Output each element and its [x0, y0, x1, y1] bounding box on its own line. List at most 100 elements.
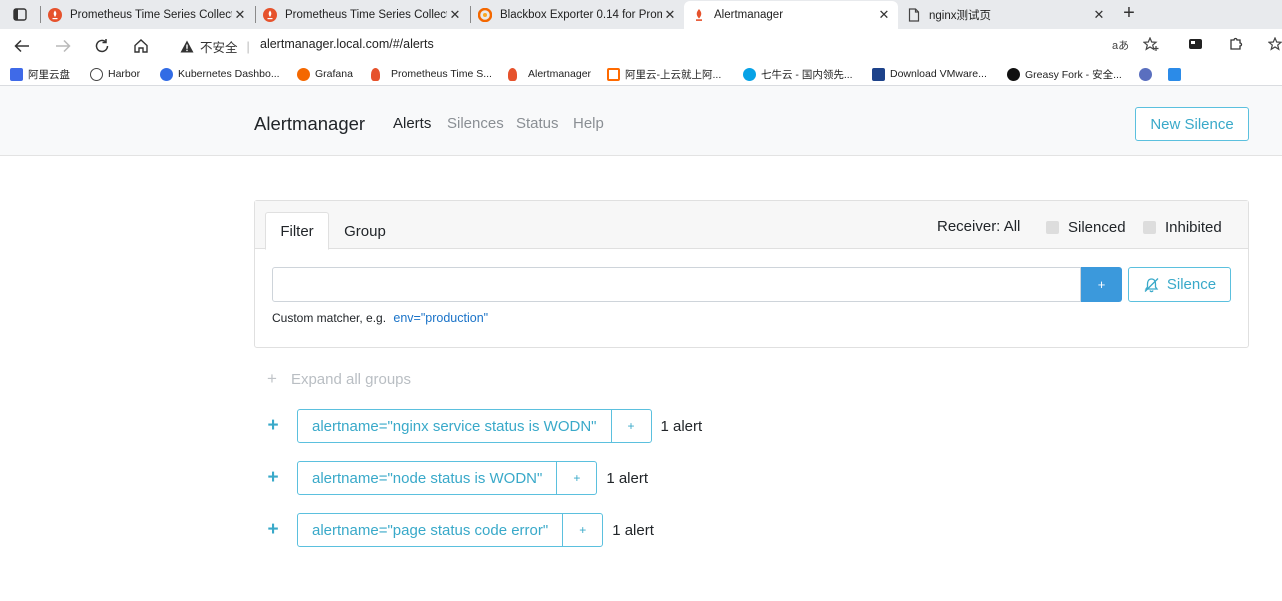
- add-filter-button[interactable]: +: [557, 462, 596, 494]
- add-filter-button[interactable]: +: [612, 410, 651, 442]
- add-matcher-button[interactable]: +: [1081, 267, 1122, 302]
- close-icon[interactable]: ✕: [876, 7, 892, 23]
- expand-group-button[interactable]: +: [266, 467, 280, 489]
- favorites-icon[interactable]: [1267, 36, 1282, 55]
- browser-tab-2[interactable]: Prometheus Time Series Collectio ✕: [255, 2, 469, 27]
- tab-group[interactable]: Group: [335, 212, 395, 250]
- browser-tab-3[interactable]: Blackbox Exporter 0.14 for Prome ✕: [470, 2, 684, 27]
- prometheus-icon: [263, 7, 277, 22]
- grid-icon: [1168, 67, 1181, 81]
- alert-count: 1 alert: [606, 469, 649, 487]
- bookmark-alertmanager[interactable]: Alertmanager: [508, 66, 591, 82]
- group-label[interactable]: alertname="node status is WODN": [298, 462, 558, 494]
- checkbox-box: [1046, 221, 1059, 234]
- alert-group: + alertname="nginx service status is WOD…: [266, 409, 702, 443]
- receiver-selector[interactable]: Receiver: All: [937, 218, 1020, 235]
- bookmark-icon: [1139, 67, 1152, 81]
- bookmark-grafana[interactable]: Grafana: [297, 66, 353, 82]
- group-label-pill: alertname="nginx service status is WODN"…: [297, 409, 652, 443]
- prometheus-icon: [692, 8, 706, 22]
- collections-icon[interactable]: [1188, 37, 1203, 54]
- alert-group: + alertname="node status is WODN" + 1 al…: [266, 461, 648, 495]
- harbor-icon: [90, 67, 103, 81]
- qiniu-icon: [743, 67, 756, 81]
- bookmark-greasyfork[interactable]: Greasy Fork - 安全...: [1007, 66, 1122, 82]
- url-input[interactable]: alertmanager.local.com/#/alerts: [260, 37, 434, 51]
- browser-tab-5[interactable]: nginx测试页 ✕: [899, 2, 1113, 27]
- nav-alerts[interactable]: Alerts: [393, 115, 431, 132]
- bookmark-aliyun-drive[interactable]: 阿里云盘: [10, 66, 70, 82]
- brand-logo[interactable]: Alertmanager: [254, 113, 365, 135]
- filter-input[interactable]: [272, 267, 1081, 302]
- page-icon: [907, 7, 921, 22]
- tab-title: Prometheus Time Series Collectio: [285, 8, 447, 21]
- add-filter-button[interactable]: +: [563, 514, 602, 546]
- bookmark-vmware[interactable]: Download VMware...: [872, 66, 987, 82]
- back-button[interactable]: [11, 35, 33, 57]
- aliyun-icon: [607, 67, 620, 81]
- favorite-star-icon[interactable]: [1142, 36, 1160, 55]
- group-label[interactable]: alertname="nginx service status is WODN": [298, 410, 612, 442]
- expand-all-groups[interactable]: + Expand all groups: [267, 369, 411, 389]
- expand-group-button[interactable]: +: [266, 415, 280, 437]
- new-tab-button[interactable]: +: [1118, 3, 1140, 25]
- plus-icon: +: [267, 369, 277, 388]
- filter-card: Filter Group Receiver: All Silenced Inhi…: [254, 200, 1249, 348]
- warning-icon: [180, 40, 194, 53]
- checkbox-box: [1143, 221, 1156, 234]
- nav-help[interactable]: Help: [573, 115, 604, 132]
- nav-silences[interactable]: Silences: [447, 115, 504, 132]
- new-silence-button[interactable]: New Silence: [1135, 107, 1249, 141]
- aliyun-drive-icon: [10, 67, 23, 81]
- close-icon[interactable]: ✕: [447, 7, 463, 23]
- tab-title: Alertmanager: [714, 9, 784, 21]
- alert-group: + alertname="page status code error" + 1…: [266, 513, 654, 547]
- bookmark-prometheus[interactable]: Prometheus Time S...: [371, 66, 492, 82]
- kubernetes-icon: [160, 67, 173, 81]
- read-aloud-icon[interactable]: aあ: [1112, 37, 1129, 53]
- vmware-icon: [872, 67, 885, 81]
- forward-button[interactable]: [52, 35, 74, 57]
- tab-title: nginx测试页: [929, 9, 991, 22]
- tab-filter[interactable]: Filter: [265, 212, 329, 250]
- app-navbar: Alertmanager Alerts Silences Status Help…: [0, 86, 1282, 156]
- tab-actions-icon: [13, 8, 27, 21]
- bookmark-extra-1[interactable]: [1139, 66, 1157, 82]
- bookmark-aliyun[interactable]: 阿里云-上云就上阿...: [607, 66, 721, 82]
- silenced-checkbox[interactable]: Silenced: [1046, 219, 1126, 236]
- group-label-pill: alertname="page status code error" +: [297, 513, 604, 547]
- greasyfork-icon: [1007, 67, 1020, 81]
- bookmark-harbor[interactable]: Harbor: [90, 66, 140, 82]
- bookmark-qiniu[interactable]: 七牛云 - 国内领先...: [743, 66, 853, 82]
- matcher-hint-text: Custom matcher, e.g.: [272, 311, 387, 325]
- inhibited-checkbox[interactable]: Inhibited: [1143, 219, 1222, 236]
- close-icon[interactable]: ✕: [232, 7, 248, 23]
- tab-title: Prometheus Time Series Collectio: [70, 8, 232, 21]
- browser-tab-alertmanager[interactable]: Alertmanager ✕: [684, 1, 898, 29]
- matcher-hint: Custom matcher, e.g. env="production": [272, 311, 488, 325]
- tab-actions-button[interactable]: [0, 0, 40, 29]
- security-label: 不安全: [200, 41, 238, 55]
- bookmark-extra-2[interactable]: [1168, 66, 1186, 82]
- reload-button[interactable]: [91, 35, 113, 57]
- site-security-indicator[interactable]: 不安全 |: [180, 37, 250, 56]
- close-icon[interactable]: ✕: [662, 7, 678, 23]
- arrow-right-icon: [56, 39, 71, 53]
- bell-slash-icon: [1144, 277, 1159, 292]
- home-button[interactable]: [130, 35, 152, 57]
- extensions-icon[interactable]: [1228, 37, 1243, 55]
- group-label[interactable]: alertname="page status code error": [298, 514, 564, 546]
- bookmark-kubernetes[interactable]: Kubernetes Dashbo...: [160, 66, 280, 82]
- close-icon[interactable]: ✕: [1091, 7, 1107, 23]
- browser-tab-1[interactable]: Prometheus Time Series Collectio ✕: [40, 2, 254, 27]
- expand-group-button[interactable]: +: [266, 519, 280, 541]
- alert-count: 1 alert: [660, 417, 703, 435]
- silence-button[interactable]: Silence: [1128, 267, 1231, 302]
- bookmarks-bar: 阿里云盘 Harbor Kubernetes Dashbo... Grafana…: [0, 62, 1282, 86]
- matcher-example-link[interactable]: env="production": [393, 311, 488, 325]
- reload-icon: [95, 39, 109, 53]
- nav-status[interactable]: Status: [516, 115, 559, 132]
- divider: |: [246, 39, 250, 54]
- grafana-icon: [478, 7, 492, 22]
- grafana-icon: [297, 67, 310, 81]
